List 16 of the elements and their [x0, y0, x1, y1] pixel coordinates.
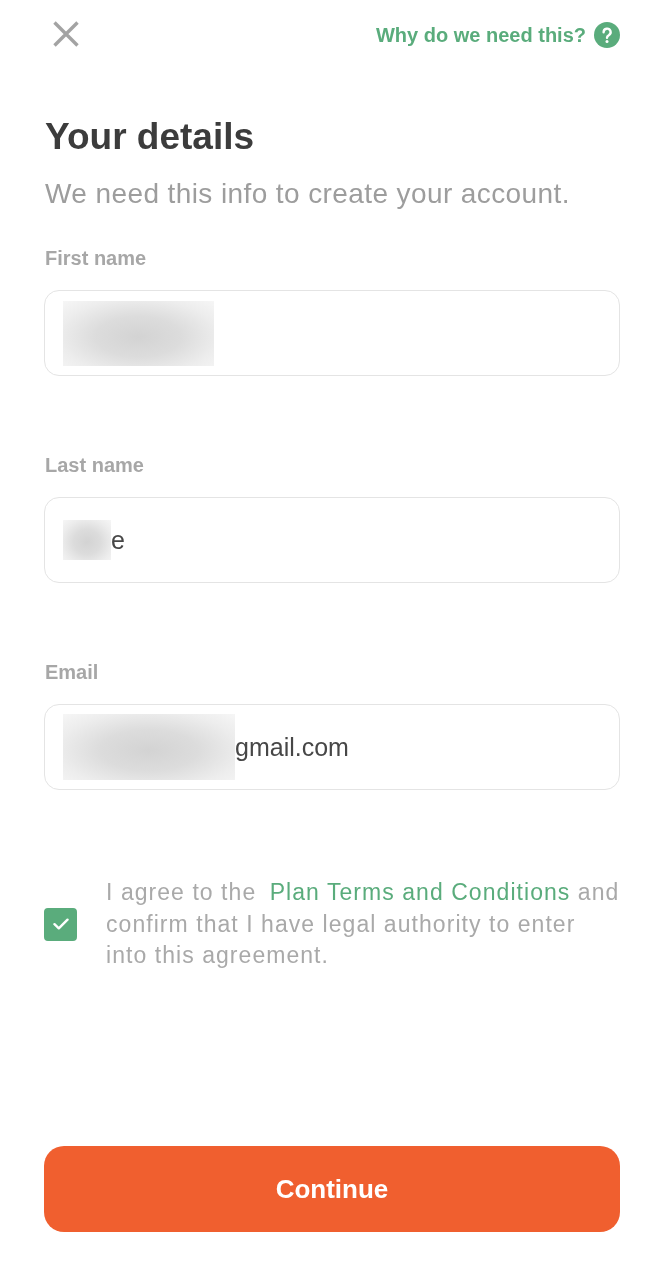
checkbox[interactable]	[44, 907, 77, 941]
help-icon	[594, 22, 620, 48]
field-label: Last name	[45, 453, 145, 477]
continue-button[interactable]: Continue	[44, 1146, 620, 1232]
text-field[interactable]	[44, 290, 620, 376]
close-icon[interactable]	[52, 19, 80, 48]
page-subtitle: We need this info to create your account.	[45, 177, 571, 211]
check-icon	[52, 918, 69, 931]
agreement-text: I agree to the Plan Terms and Conditions and confirm that I have legal authority to enter into this agreement.	[106, 878, 620, 970]
text-field[interactable]: e	[44, 497, 620, 583]
field-label: Email	[45, 660, 100, 684]
terms-link[interactable]: Plan Terms and Conditions	[269, 879, 571, 905]
page-title: Your details	[45, 115, 256, 159]
field-label: First name	[45, 246, 148, 270]
help-link[interactable]: Why do we need this?	[376, 22, 620, 48]
text-field[interactable]: gmail.com	[44, 704, 620, 790]
